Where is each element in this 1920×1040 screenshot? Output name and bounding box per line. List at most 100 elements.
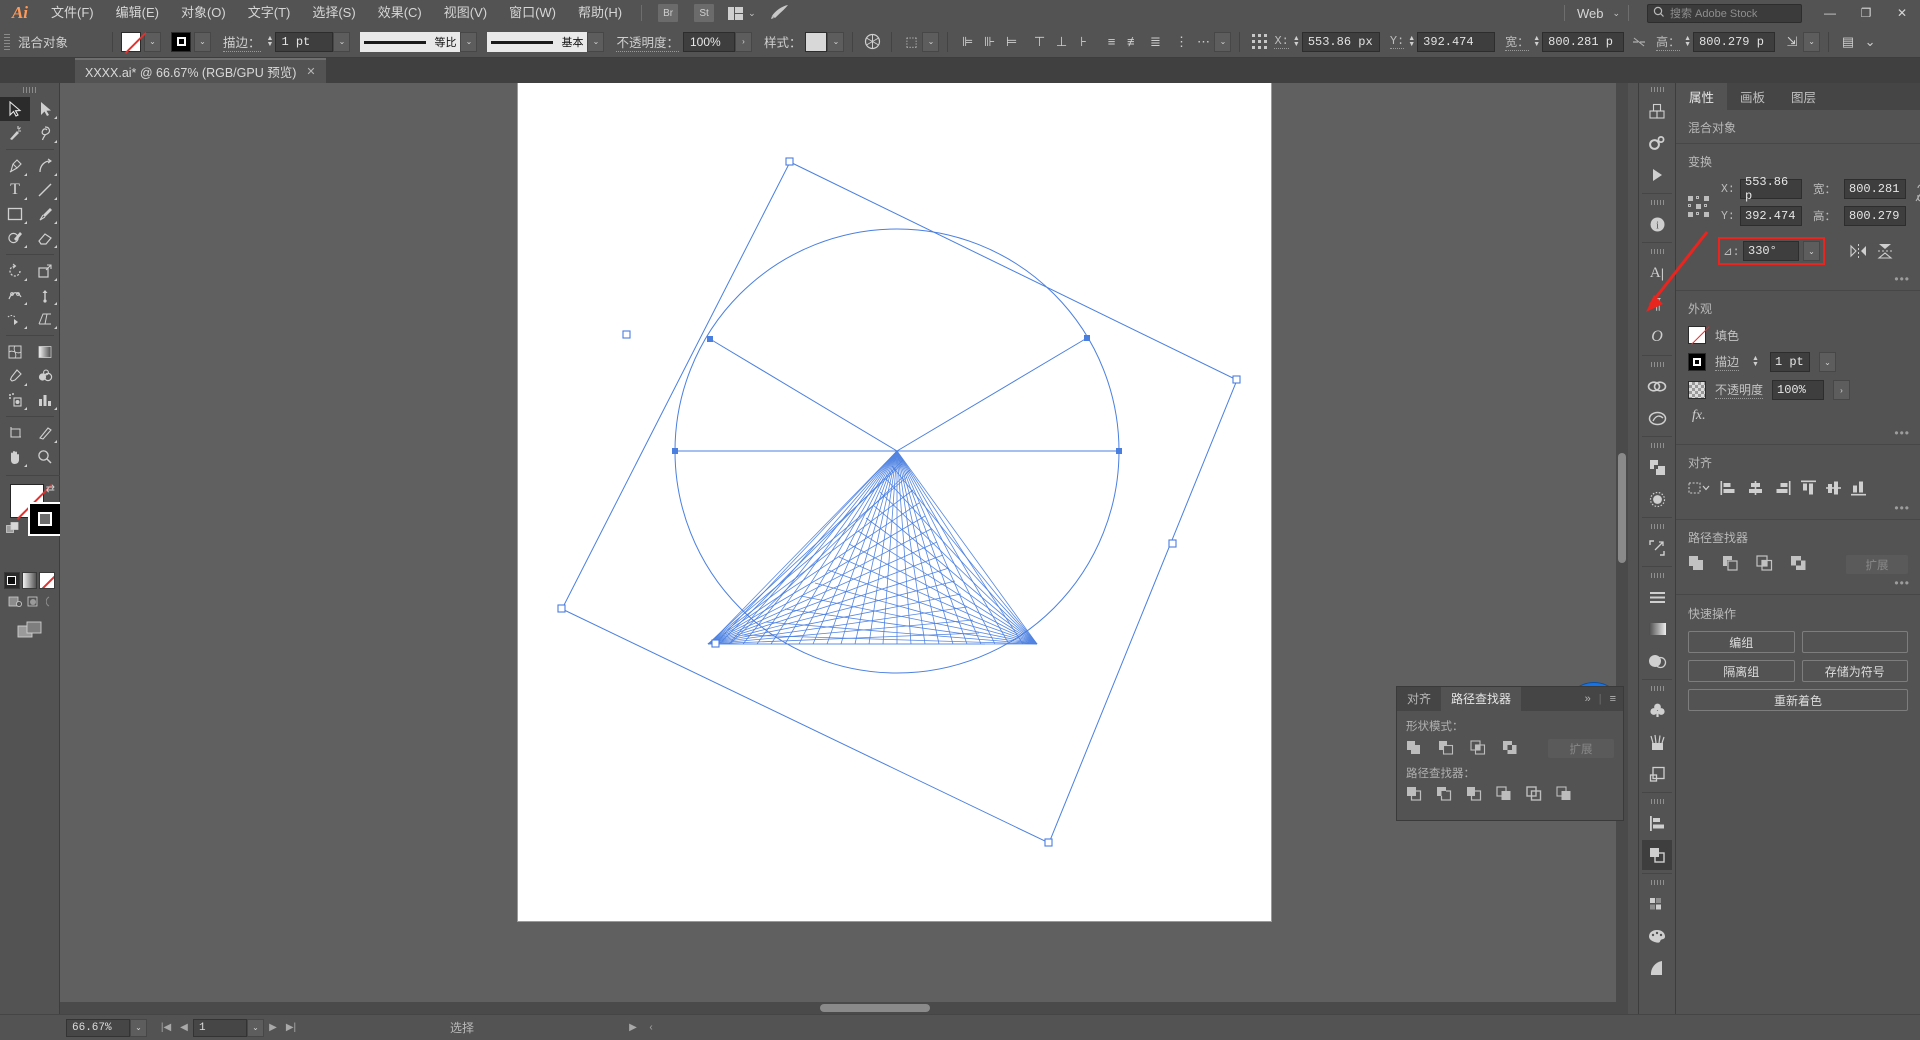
stock-search-input[interactable]: 搜索 Adobe Stock [1647, 3, 1802, 23]
artboard[interactable] [518, 83, 1271, 921]
align-left-icon[interactable]: ⊫ [956, 31, 978, 53]
prop-angle-input[interactable]: 330° [1743, 241, 1799, 261]
select-similar-chevron-icon[interactable]: ⌄ [922, 31, 940, 52]
transparency-icon[interactable] [1642, 646, 1672, 676]
rocket-icon[interactable] [770, 4, 790, 23]
width-input[interactable]: 800.281 p [1542, 31, 1625, 52]
canvas-vertical-scrollbar[interactable] [1616, 83, 1628, 1014]
prop-y-input[interactable]: 392.474 [1740, 206, 1802, 226]
paintbrush-tool[interactable] [30, 202, 60, 226]
prop-h-input[interactable]: 800.279 [1844, 206, 1906, 226]
tab-layers[interactable]: 图层 [1778, 83, 1829, 110]
align-center-h-icon[interactable]: ⊪ [978, 31, 1000, 53]
dock-grip-5[interactable] [1638, 439, 1676, 451]
dock-grip-9[interactable] [1638, 795, 1676, 807]
opacity-expand-icon[interactable]: › [734, 31, 752, 52]
arrange-objects-icon[interactable]: ▤ [1837, 31, 1859, 53]
color-mode-none[interactable] [39, 572, 56, 589]
color-guide-icon[interactable] [1642, 953, 1672, 983]
links-icon[interactable] [1642, 371, 1672, 401]
color-palette-icon[interactable] [1642, 921, 1672, 951]
dock-grip-7[interactable] [1638, 569, 1676, 581]
align-more-options[interactable]: ••• [1894, 501, 1910, 515]
distribute-top-icon[interactable]: ≡ [1100, 31, 1122, 53]
reference-point-selector[interactable] [1688, 179, 1713, 233]
dock-grip-1[interactable] [1638, 83, 1676, 95]
x-input[interactable]: 553.86 px [1301, 31, 1380, 52]
color-mode-gradient[interactable] [21, 572, 38, 589]
align-right-icon[interactable] [1774, 481, 1791, 498]
dock-grip-6[interactable] [1638, 520, 1676, 532]
menu-window[interactable]: 窗口(W) [498, 0, 567, 26]
prev-artboard-button[interactable]: ◀ [175, 1019, 193, 1037]
pf-intersect-icon[interactable] [1470, 739, 1486, 758]
glyphs-panel-icon[interactable]: O [1642, 322, 1672, 352]
pf-crop-icon[interactable] [1496, 786, 1512, 804]
zoom-tool[interactable] [30, 445, 60, 469]
play-icon[interactable] [1642, 160, 1672, 190]
selection-tool[interactable] [0, 97, 30, 121]
dock-grip-4[interactable] [1638, 358, 1676, 370]
opacity-more-icon[interactable]: › [1833, 380, 1851, 400]
transform-panel-icon[interactable]: ⇲ [1781, 31, 1803, 53]
link-proportions-icon[interactable] [1914, 179, 1920, 233]
swap-fill-stroke-icon[interactable]: ⇄ [46, 482, 55, 495]
line-segment-tool[interactable] [30, 178, 60, 202]
opacity-input[interactable]: 100% [682, 31, 735, 52]
width-tool[interactable] [0, 283, 30, 307]
libraries-icon[interactable] [1642, 96, 1672, 126]
height-input[interactable]: 800.279 p [1693, 31, 1776, 52]
workspace-switcher[interactable]: Web [1573, 6, 1608, 21]
dock-grip-3[interactable] [1638, 245, 1676, 257]
screen-mode-icon[interactable] [0, 621, 59, 639]
effects-fx-button[interactable]: fx. [1692, 408, 1908, 424]
pf-merge-icon[interactable] [1466, 786, 1482, 804]
align-top-icon[interactable] [1801, 480, 1816, 499]
gradient-panel-icon[interactable] [1642, 614, 1672, 644]
intersect-icon[interactable] [1756, 555, 1773, 574]
align-center-horizontal-icon[interactable] [1747, 481, 1764, 498]
select-similar-icon[interactable]: ⬚ [900, 31, 922, 53]
window-restore-button[interactable]: ❐ [1848, 0, 1884, 26]
stroke-weight-stepper[interactable]: ▲ ▼ [267, 35, 274, 48]
horizontal-scroll-thumb[interactable] [820, 1004, 930, 1012]
artwork-blend-object[interactable] [518, 83, 1271, 921]
minus-front-icon[interactable] [1722, 555, 1739, 574]
menu-effect[interactable]: 效果(C) [367, 0, 433, 26]
recolor-artwork-icon[interactable] [861, 31, 883, 53]
appearance-stroke-stepper[interactable]: ▲ ▼ [1752, 355, 1759, 368]
pf-expand-button[interactable]: 扩展 [1548, 739, 1614, 758]
appearance-opacity-input[interactable]: 100% [1772, 380, 1825, 400]
symbol-sprayer-tool[interactable] [0, 388, 30, 412]
gradient-tool[interactable] [30, 340, 60, 364]
close-icon[interactable]: ✕ [306, 65, 315, 78]
style-chevron-down-icon[interactable]: ⌄ [827, 31, 845, 52]
appearance-more-options[interactable]: ••• [1894, 426, 1910, 440]
distribute-center-icon[interactable]: ≢ [1122, 31, 1144, 53]
dotted-circle-icon[interactable] [1642, 484, 1672, 514]
align-right-icon[interactable]: ⊨ [1000, 31, 1022, 53]
menu-object[interactable]: 对象(O) [170, 0, 237, 26]
next-artboard-button[interactable]: ▶ [264, 1019, 282, 1037]
mesh-tool[interactable] [0, 340, 30, 364]
appearance-stroke-weight[interactable]: 1 pt [1769, 352, 1810, 372]
artboard-chevron-down-icon[interactable]: ⌄ [247, 1018, 264, 1037]
control-bar-overflow-icon[interactable]: ⌄ [1859, 31, 1881, 53]
stock-icon[interactable]: St [694, 4, 715, 22]
transform-reference-point-icon[interactable] [1248, 31, 1270, 53]
stroke-weight-input[interactable]: 1 pt [275, 31, 334, 52]
dock-grip-2[interactable] [1638, 196, 1676, 208]
paragraph-panel-icon[interactable]: ¶ [1642, 290, 1672, 320]
character-panel-icon[interactable]: A | [1642, 258, 1672, 288]
group-button[interactable]: 编组 [1688, 631, 1795, 653]
arrange-chevron-down-icon[interactable]: ⌄ [748, 8, 756, 19]
document-tab[interactable]: XXXX.ai* @ 66.67% (RGB/GPU 预览) ✕ [75, 58, 326, 83]
stroke-profile-select[interactable]: 等比 [360, 31, 461, 52]
align-left-icon[interactable] [1720, 481, 1737, 498]
status-expand-icon[interactable]: ‹ [642, 1019, 660, 1037]
perspective-grid-tool[interactable] [30, 307, 60, 331]
flip-horizontal-icon[interactable] [1847, 240, 1869, 262]
align-panel-icon[interactable] [1642, 808, 1672, 838]
brush-chevron-down-icon[interactable]: ⌄ [587, 31, 605, 52]
shaper-tool[interactable] [0, 226, 30, 250]
